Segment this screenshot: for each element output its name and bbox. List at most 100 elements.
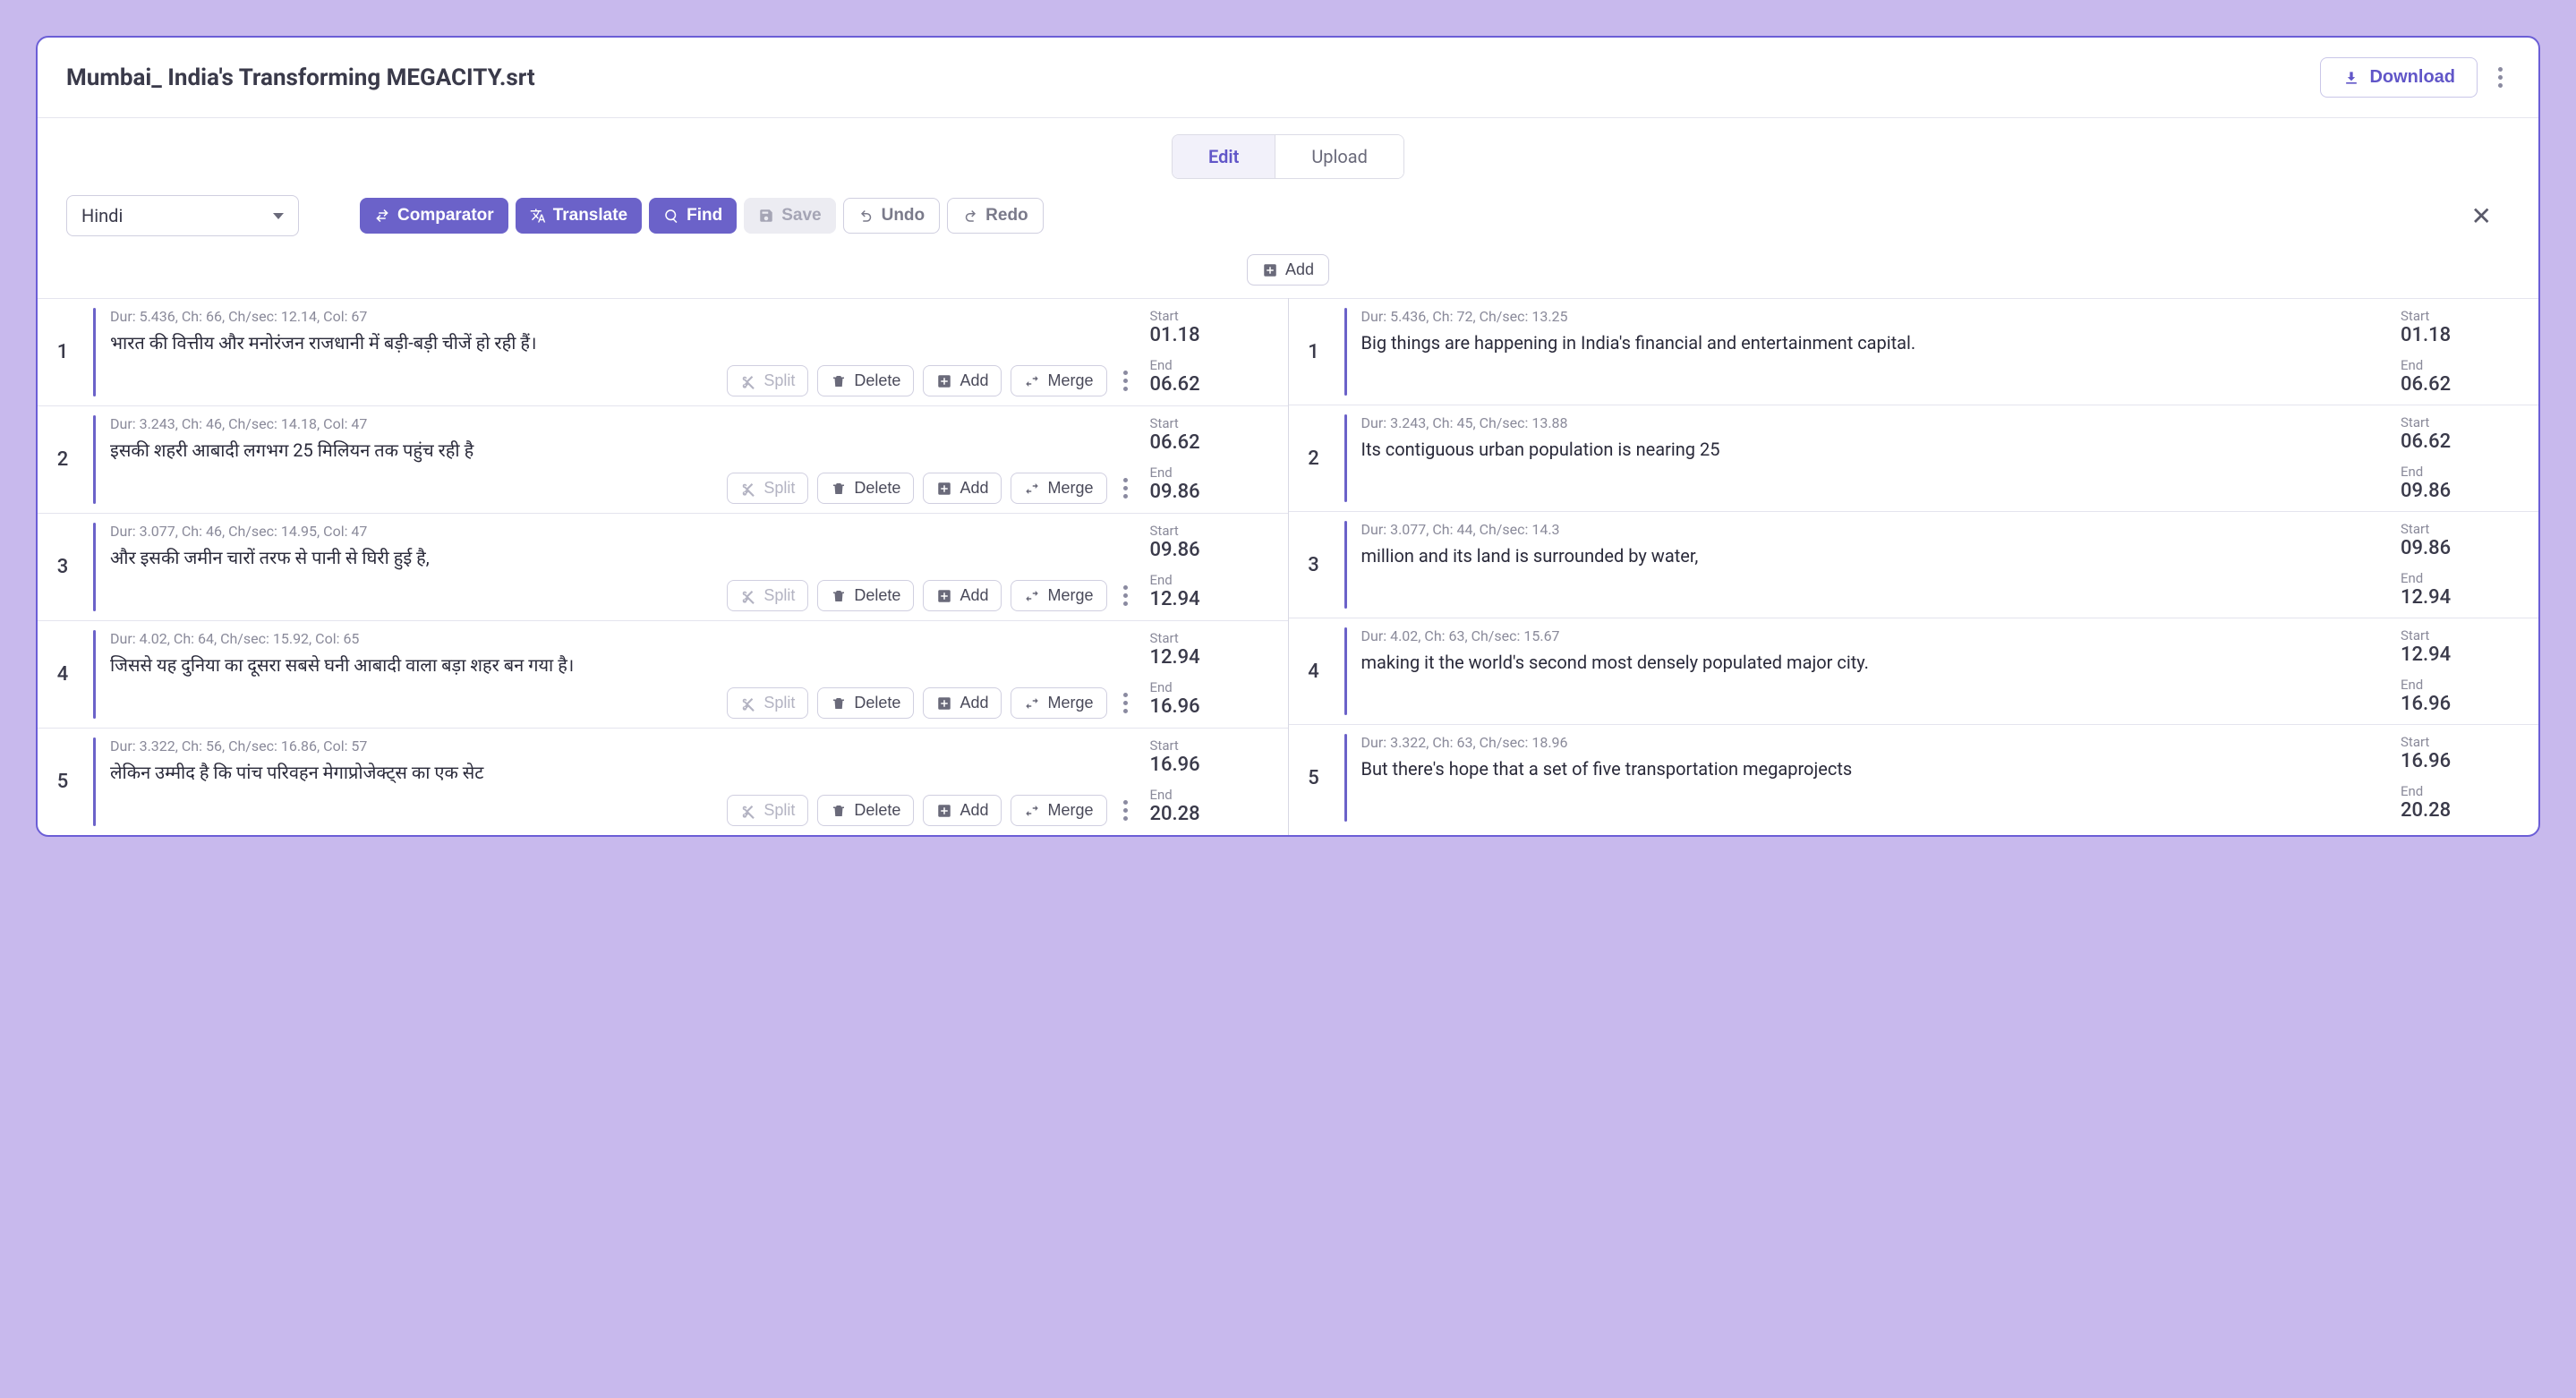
segment-text[interactable]: इसकी शहरी आबादी लगभग 25 मिलियन तक पहुंच … [110,438,1136,464]
merge-button[interactable]: Merge [1011,365,1106,396]
segment-indicator [1344,627,1347,715]
segment-indicator [1344,521,1347,609]
end-value[interactable]: 06.62 [1150,373,1267,396]
split-button[interactable]: Split [727,473,808,504]
end-value[interactable]: 16.96 [1150,695,1267,718]
add-button[interactable]: Add [923,795,1002,826]
compare-icon [374,208,390,224]
merge-button[interactable]: Merge [1011,473,1106,504]
start-value[interactable]: 01.18 [1150,324,1267,346]
segment-text: Big things are happening in India's fina… [1361,330,2387,356]
undo-button[interactable]: Undo [843,198,941,234]
segment-meta: Dur: 3.243, Ch: 46, Ch/sec: 14.18, Col: … [110,415,1136,432]
split-button[interactable]: Split [727,795,808,826]
download-button[interactable]: Download [2320,57,2478,98]
segment-times: Start 09.86 End 12.94 [2401,521,2517,609]
start-value[interactable]: 16.96 [1150,754,1267,776]
start-label: Start [1150,523,1267,539]
end-value: 09.86 [2401,480,2517,502]
end-label: End [2401,570,2517,586]
segment-number: 5 [47,737,79,826]
merge-button[interactable]: Merge [1011,795,1106,826]
segment-more-menu[interactable] [1116,580,1136,611]
end-label: End [1150,679,1267,695]
start-label: Start [1150,630,1267,646]
redo-button[interactable]: Redo [947,198,1044,234]
segment-times: Start 16.96 End 20.28 [1150,737,1267,826]
segment-body: Dur: 3.077, Ch: 46, Ch/sec: 14.95, Col: … [110,523,1136,611]
segment-indicator [1344,308,1347,396]
split-button[interactable]: Split [727,687,808,719]
delete-button[interactable]: Delete [817,687,914,719]
segment-text: million and its land is surrounded by wa… [1361,543,2387,569]
add-button[interactable]: Add [923,473,1002,504]
segment-more-menu[interactable] [1116,795,1136,826]
tab-edit[interactable]: Edit [1173,135,1275,178]
start-value[interactable]: 06.62 [1150,431,1267,454]
find-icon [663,208,679,224]
end-label: End [1150,572,1267,588]
delete-button[interactable]: Delete [817,365,914,396]
merge-icon [1024,695,1040,712]
end-label: End [2401,464,2517,480]
split-button[interactable]: Split [727,580,808,611]
merge-icon [1024,588,1040,604]
end-value[interactable]: 12.94 [1150,588,1267,610]
segment-text[interactable]: जिससे यह दुनिया का दूसरा सबसे घनी आबादी … [110,652,1136,678]
start-value: 12.94 [2401,644,2517,666]
segment-text[interactable]: भारत की वित्तीय और मनोरंजन राजधानी में ब… [110,330,1136,356]
find-button[interactable]: Find [649,198,737,234]
save-button[interactable]: Save [744,198,835,234]
scissors-icon [740,695,756,712]
end-value[interactable]: 20.28 [1150,803,1267,825]
end-value[interactable]: 09.86 [1150,481,1267,503]
merge-button[interactable]: Merge [1011,580,1106,611]
tabs: Edit Upload [1172,134,1404,179]
segment-indicator [93,308,96,396]
add-button[interactable]: Add [923,687,1002,719]
delete-button[interactable]: Delete [817,473,914,504]
segment-more-menu[interactable] [1116,473,1136,504]
segment-row: 5 Dur: 3.322, Ch: 63, Ch/sec: 18.96 But … [1289,724,2539,831]
segment-text: But there's hope that a set of five tran… [1361,756,2387,782]
close-comparator-button[interactable]: ✕ [2453,201,2510,231]
delete-button[interactable]: Delete [817,580,914,611]
segment-indicator [1344,414,1347,502]
tab-upload[interactable]: Upload [1275,135,1403,178]
segment-indicator [1344,734,1347,822]
segment-number: 3 [1298,521,1330,609]
chevron-down-icon [273,213,284,219]
segment-more-menu[interactable] [1116,687,1136,719]
add-segment-top-button[interactable]: Add [1247,254,1329,286]
segment-body: Dur: 4.02, Ch: 64, Ch/sec: 15.92, Col: 6… [110,630,1136,719]
translate-button[interactable]: Translate [516,198,642,234]
end-label: End [1150,357,1267,373]
language-select[interactable]: Hindi [66,195,299,236]
trash-icon [831,588,847,604]
segment-row: 4 Dur: 4.02, Ch: 64, Ch/sec: 15.92, Col:… [38,620,1288,728]
split-button[interactable]: Split [727,365,808,396]
comparator-button[interactable]: Comparator [360,198,508,234]
header-more-menu[interactable] [2490,62,2510,93]
start-value[interactable]: 09.86 [1150,539,1267,561]
scissors-icon [740,373,756,389]
delete-button[interactable]: Delete [817,795,914,826]
segment-text[interactable]: लेकिन उम्मीद है कि पांच परिवहन मेगाप्रोज… [110,760,1136,786]
add-button[interactable]: Add [923,580,1002,611]
segment-more-menu[interactable] [1116,365,1136,396]
start-value: 06.62 [2401,430,2517,453]
segment-times: Start 16.96 End 20.28 [2401,734,2517,822]
segment-text[interactable]: और इसकी जमीन चारों तरफ से पानी से घिरी ह… [110,545,1136,571]
merge-button[interactable]: Merge [1011,687,1106,719]
segment-body: Dur: 3.243, Ch: 46, Ch/sec: 14.18, Col: … [110,415,1136,504]
add-button[interactable]: Add [923,365,1002,396]
right-pane: 1 Dur: 5.436, Ch: 72, Ch/sec: 13.25 Big … [1289,298,2539,835]
segment-times: Start 01.18 End 06.62 [1150,308,1267,396]
start-value[interactable]: 12.94 [1150,646,1267,669]
segment-body: Dur: 3.077, Ch: 44, Ch/sec: 14.3 million… [1361,521,2387,609]
segment-actions: Split Delete Add Merge [110,580,1136,611]
start-value: 09.86 [2401,537,2517,559]
segment-row: 5 Dur: 3.322, Ch: 56, Ch/sec: 16.86, Col… [38,728,1288,835]
trash-icon [831,695,847,712]
segment-times: Start 12.94 End 16.96 [1150,630,1267,719]
